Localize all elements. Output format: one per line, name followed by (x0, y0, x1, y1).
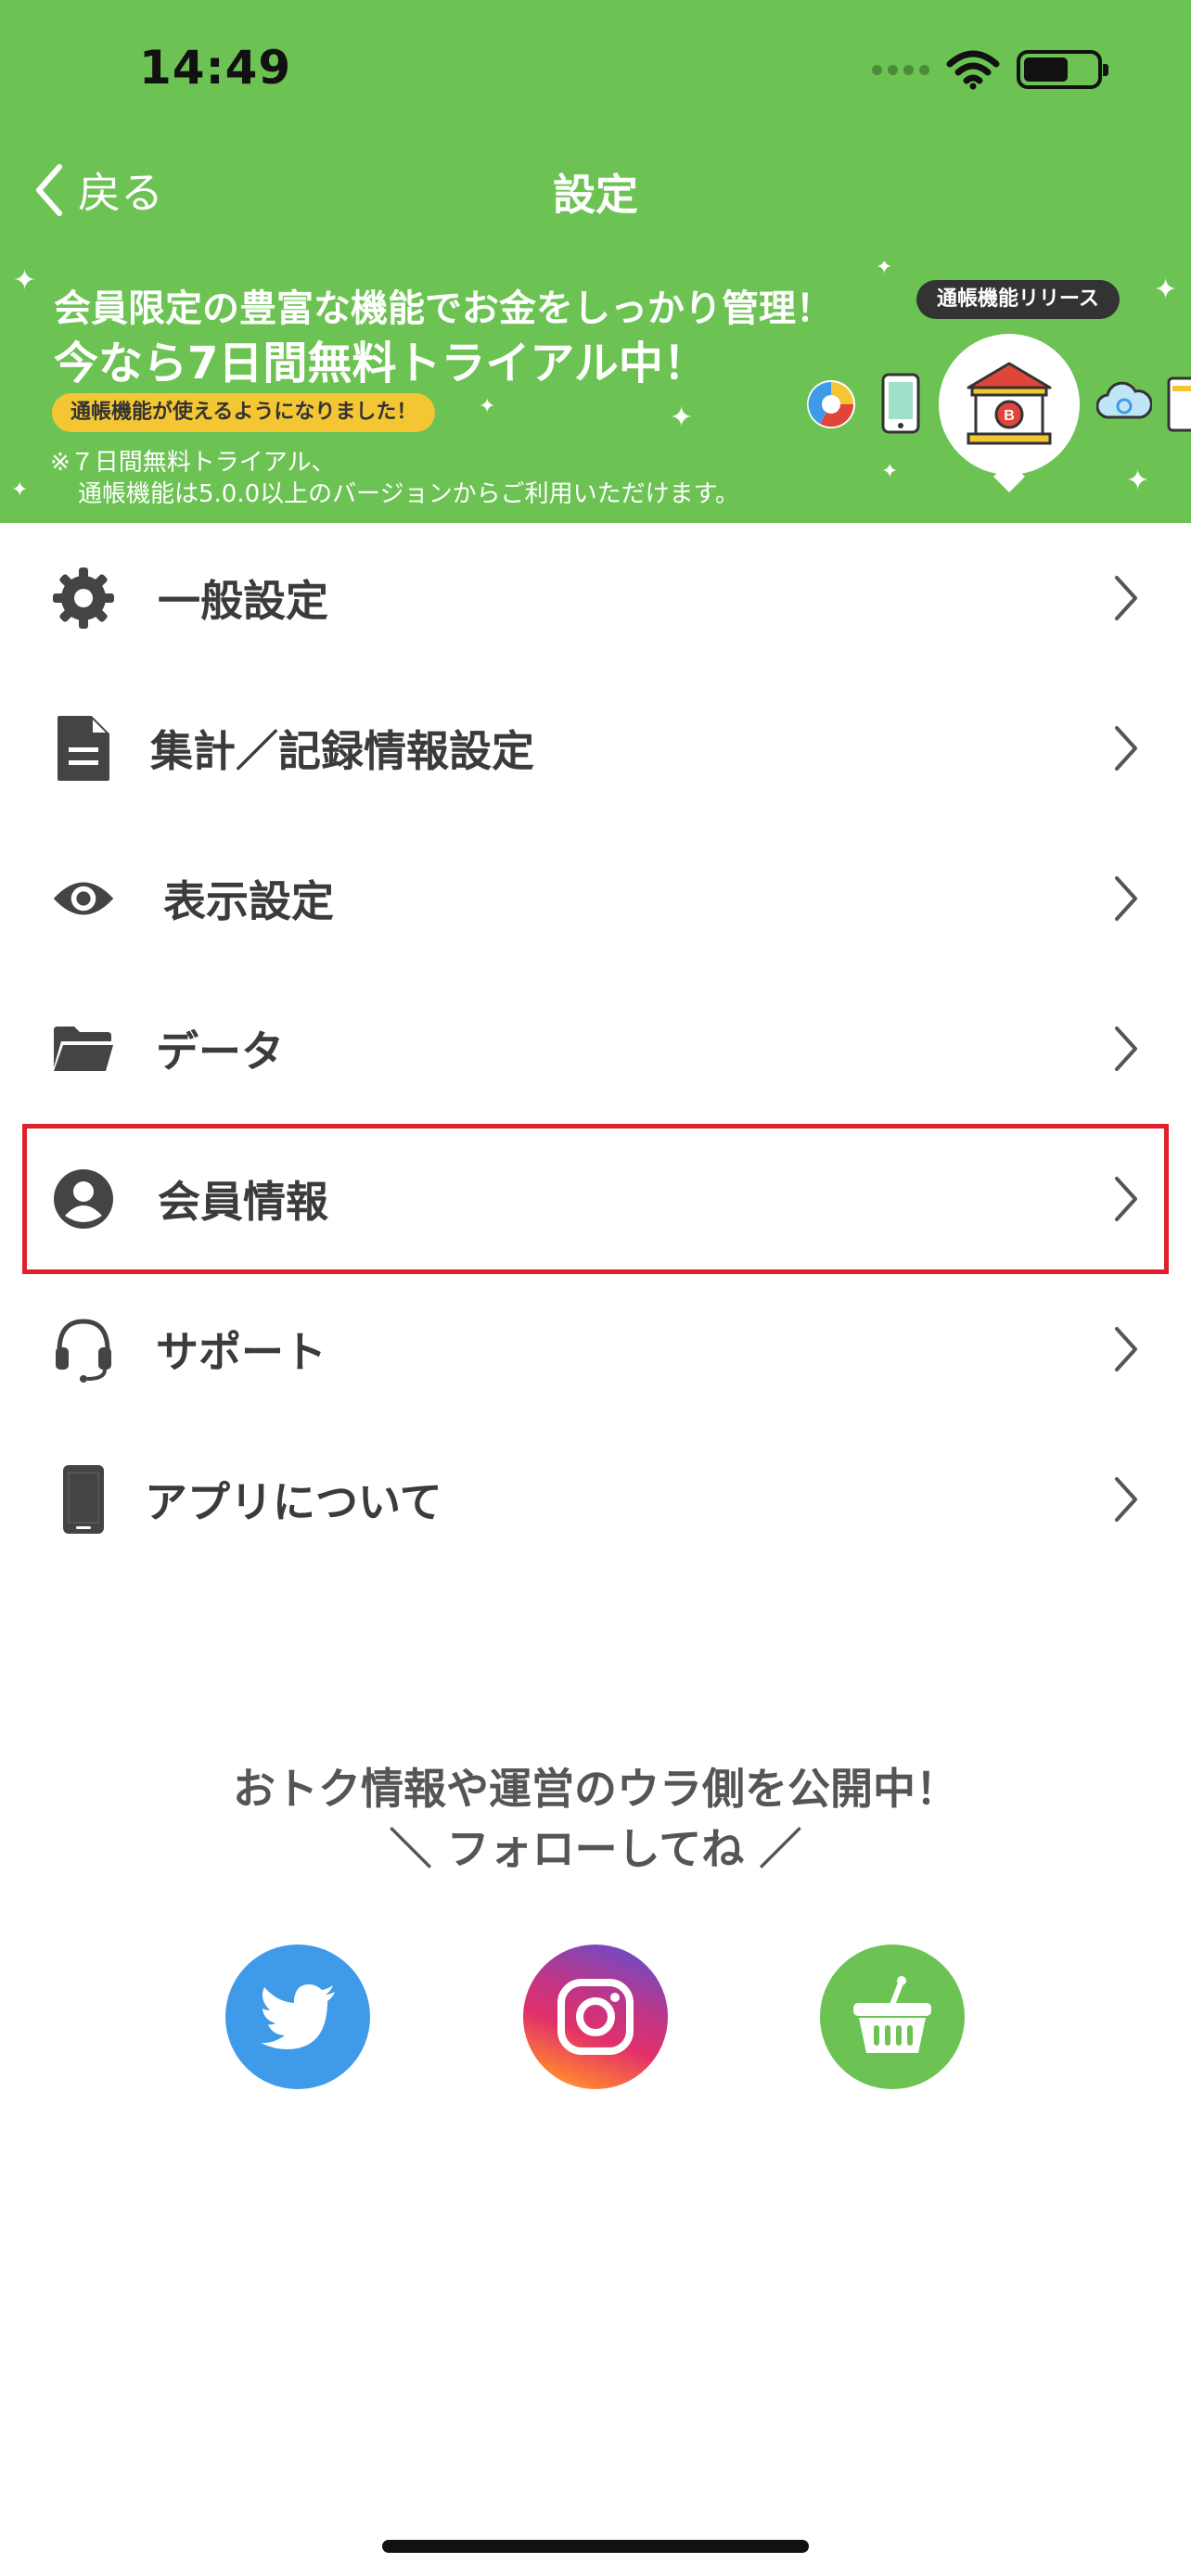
instagram-icon (557, 1979, 634, 2055)
menu-item-member-info[interactable]: 会員情報 (22, 1124, 1169, 1274)
bank-badge: B (939, 334, 1080, 475)
app-header: 14:49 戻る 設定 (0, 0, 1191, 261)
page-title: 設定 (553, 170, 638, 220)
eye-icon (50, 865, 117, 932)
menu-item-label: データ (156, 1027, 284, 1077)
banner-note-2: 通帳機能は5.0.0以上のバージョンからご利用いただけます。 (78, 480, 740, 508)
sparkle-icon: ✦ (670, 402, 694, 434)
bank-icon: B (967, 362, 1052, 445)
chevron-right-icon (1115, 1177, 1137, 1221)
twitter-button[interactable] (225, 1945, 370, 2089)
passbook-icon (1167, 376, 1191, 432)
release-badge: 通帳機能リリース (916, 280, 1120, 319)
sparkle-icon: ✦ (876, 261, 893, 279)
home-indicator[interactable] (382, 2540, 809, 2553)
document-icon (50, 715, 117, 782)
cellular-signal-icon (872, 64, 929, 75)
menu-item-general[interactable]: 一般設定 (0, 523, 1191, 673)
sparkle-icon: ✦ (881, 460, 899, 483)
banner-headline-2: 今なら7日間無料トライアル中！ (54, 338, 708, 389)
banner-note-1: ※７日間無料トライアル、 (50, 449, 336, 477)
phone-icon (50, 1465, 117, 1534)
battery-icon (1017, 50, 1108, 89)
gear-icon (50, 565, 117, 631)
sparkle-icon: ✦ (1126, 465, 1150, 497)
menu-item-support[interactable]: サポート (0, 1274, 1191, 1424)
menu-item-data[interactable]: データ (0, 974, 1191, 1124)
banner-headline-1: 会員限定の豊富な機能でお金をしっかり管理！ (54, 287, 833, 330)
sparkle-icon: ✦ (479, 395, 496, 418)
svg-text:B: B (1004, 408, 1015, 424)
chevron-right-icon (1115, 876, 1137, 921)
menu-item-label: 集計／記録情報設定 (150, 726, 534, 776)
shop-button[interactable] (820, 1945, 965, 2089)
menu-item-label: アプリについて (145, 1477, 442, 1527)
status-time: 14:49 (139, 41, 292, 95)
sns-message: おトク情報や運営のウラ側を公開中！ (233, 1764, 958, 1814)
sparkle-icon: ✦ (1154, 274, 1178, 306)
menu-item-label: 一般設定 (158, 576, 328, 626)
menu-item-label: サポート (156, 1327, 327, 1377)
chevron-right-icon (1115, 1477, 1137, 1522)
folder-icon (50, 1015, 117, 1082)
sns-follow-message: ＼ フォローしてね ／ (389, 1824, 802, 1874)
banner-pill: 通帳機能が使えるようになりました！ (52, 393, 436, 432)
cloud-sync-icon (1096, 381, 1152, 419)
promo-banner[interactable]: ✦ ✦ ✦ ✦ ✦ ✦ ✦ ✦ 会員限定の豊富な機能でお金をしっかり管理！ 今な… (0, 261, 1191, 523)
chevron-right-icon (1115, 726, 1137, 771)
headset-icon (50, 1316, 117, 1383)
wifi-icon (946, 50, 1000, 90)
shop-basket-icon (853, 1976, 931, 2053)
instagram-button[interactable] (523, 1945, 668, 2089)
user-circle-icon (50, 1166, 117, 1232)
sparkle-icon: ✦ (13, 264, 37, 297)
smartphone-icon (881, 373, 920, 434)
menu-item-aggregate-record[interactable]: 集計／記録情報設定 (0, 673, 1191, 823)
chevron-right-icon (1115, 576, 1137, 620)
twitter-icon (261, 1984, 335, 2049)
menu-item-label: 表示設定 (163, 876, 334, 926)
status-indicators (872, 48, 1108, 91)
sparkle-icon: ✦ (11, 478, 29, 502)
pie-chart-icon (807, 380, 855, 428)
settings-menu: 一般設定 集計／記録情報設定 表示設定 データ 会員情報 サポート アプリについ… (0, 523, 1191, 1575)
chevron-right-icon (1115, 1027, 1137, 1071)
menu-item-display[interactable]: 表示設定 (0, 823, 1191, 974)
chevron-right-icon (1115, 1327, 1137, 1371)
menu-item-label: 会員情報 (158, 1177, 328, 1227)
menu-item-about-app[interactable]: アプリについて (0, 1424, 1191, 1575)
